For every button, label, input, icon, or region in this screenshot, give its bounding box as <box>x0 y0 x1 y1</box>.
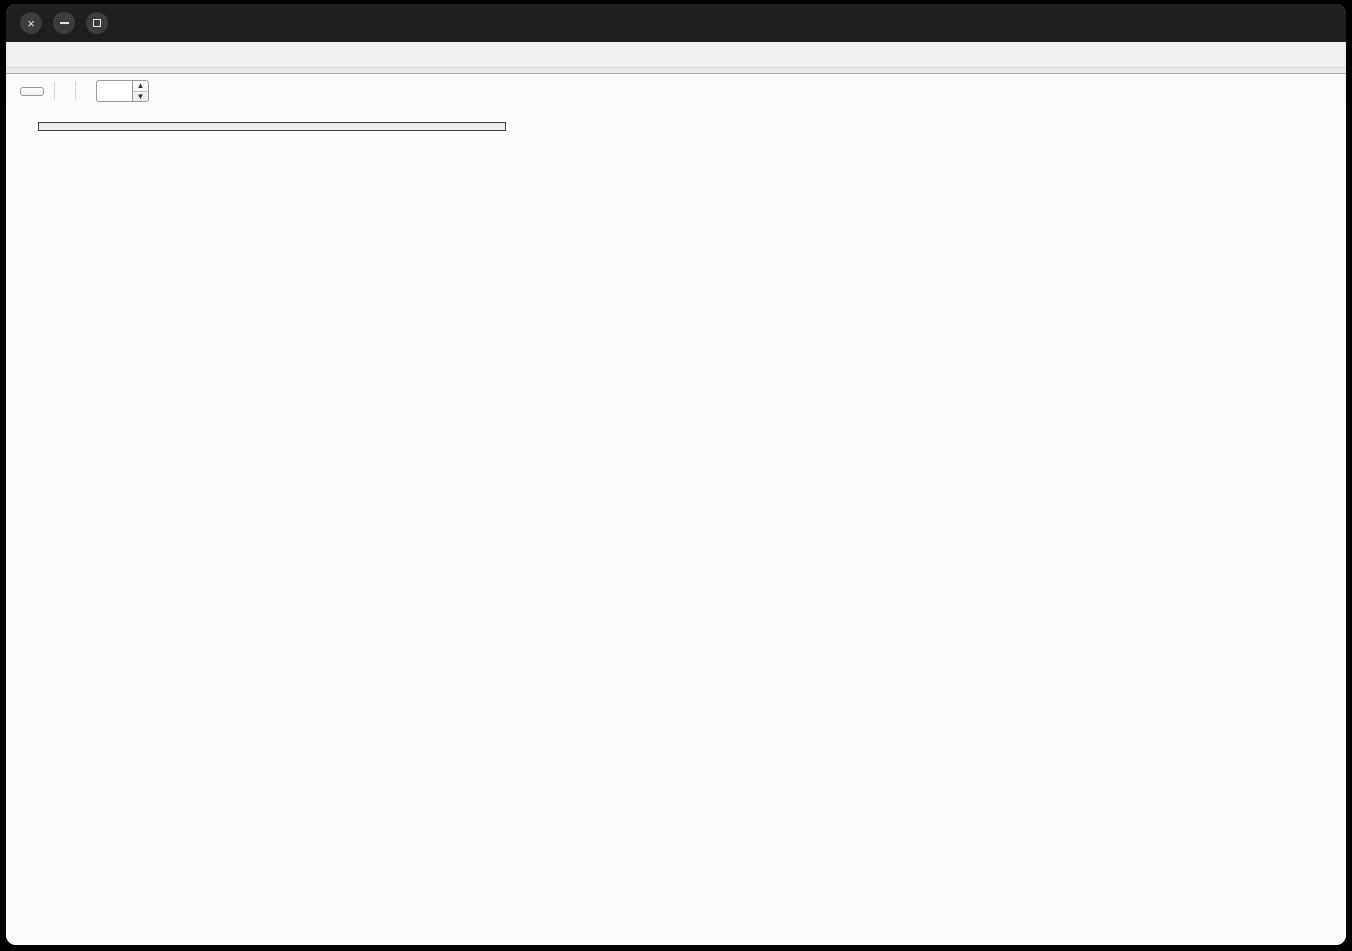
toolbar-separator <box>54 82 55 100</box>
screen: × ▲ ▼ <box>0 0 1352 951</box>
spinner-buttons[interactable]: ▲ ▼ <box>132 80 149 102</box>
export-as-button[interactable] <box>20 87 44 96</box>
spin-down-icon[interactable]: ▼ <box>133 91 148 102</box>
titlebar: × <box>6 4 1346 42</box>
heaptrack-window: × ▲ ▼ <box>6 4 1346 945</box>
toolbar: ▲ ▼ <box>6 74 1346 108</box>
stacked-diagrams-value[interactable] <box>96 80 132 102</box>
spin-up-icon[interactable]: ▲ <box>133 81 148 91</box>
stacked-diagrams-stepper[interactable]: ▲ ▼ <box>96 80 149 102</box>
consumption-chart[interactable] <box>36 119 336 269</box>
window-title <box>6 4 1346 42</box>
toolbar-separator <box>75 82 76 100</box>
chart-area <box>6 108 1346 945</box>
menubar <box>6 42 1346 68</box>
chart-legend <box>38 122 506 131</box>
